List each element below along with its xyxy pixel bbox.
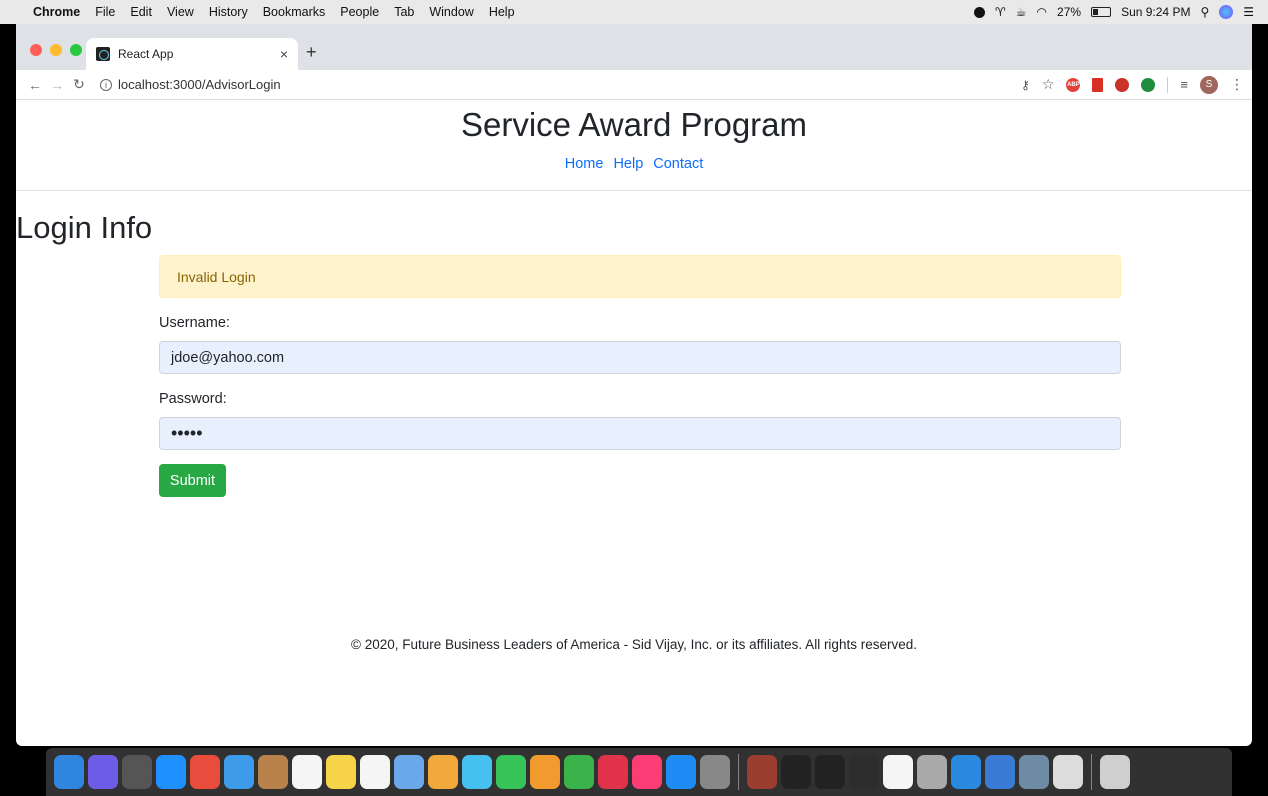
- dock-finder-icon[interactable]: [54, 755, 84, 789]
- login-heading: Login Info: [16, 210, 153, 245]
- nav-home-link[interactable]: Home: [565, 156, 604, 172]
- status-dot-icon[interactable]: [974, 6, 986, 18]
- wifi-icon[interactable]: ◠: [1037, 5, 1047, 19]
- username-label: Username:: [159, 315, 230, 331]
- dock-mail-icon[interactable]: [224, 755, 254, 789]
- menu-file[interactable]: File: [95, 5, 115, 19]
- dock-safari-icon[interactable]: [156, 755, 186, 789]
- menu-edit[interactable]: Edit: [130, 5, 152, 19]
- dock-contacts-icon[interactable]: [258, 755, 288, 789]
- dock-separator: [738, 754, 739, 790]
- new-tab-button[interactable]: +: [306, 42, 317, 63]
- dock-calendar-icon[interactable]: [292, 755, 322, 789]
- dock-numbers-icon[interactable]: [564, 755, 594, 789]
- menu-window[interactable]: Window: [429, 5, 473, 19]
- dock-launchpad-icon[interactable]: [122, 755, 152, 789]
- profile-avatar[interactable]: S: [1200, 75, 1218, 94]
- dock-terminal-icon[interactable]: [781, 755, 811, 789]
- dock-siri-icon[interactable]: [88, 755, 118, 789]
- adblock-plus-icon[interactable]: ABP: [1066, 77, 1081, 92]
- dock-screen-icon[interactable]: [1053, 755, 1083, 789]
- minimize-window-button[interactable]: [50, 44, 62, 56]
- chrome-menu-icon[interactable]: ⋮: [1230, 76, 1244, 93]
- react-favicon-icon: [96, 47, 110, 61]
- site-header: Service Award Program Home Help Contact: [16, 100, 1252, 191]
- notification-center-icon[interactable]: ☰: [1243, 5, 1254, 19]
- dock-image-capture-icon[interactable]: [1019, 755, 1049, 789]
- dock-reminders-icon[interactable]: [360, 755, 390, 789]
- menu-history[interactable]: History: [209, 5, 248, 19]
- window-controls: [30, 44, 82, 56]
- dock-quicktime-icon[interactable]: [985, 755, 1015, 789]
- bookmark-star-icon[interactable]: ☆: [1042, 76, 1055, 93]
- battery-icon: [1091, 7, 1112, 17]
- browser-tab-active[interactable]: React App ×: [86, 38, 298, 70]
- dock-facetime-icon[interactable]: [496, 755, 526, 789]
- dock-app-store-icon[interactable]: [666, 755, 696, 789]
- menu-help[interactable]: Help: [489, 5, 515, 19]
- ublock-extension-icon[interactable]: [1115, 77, 1130, 92]
- browser-toolbar: ← → ↻ i localhost:3000/AdvisorLogin ⚷ ☆ …: [16, 70, 1252, 100]
- menu-tab[interactable]: Tab: [394, 5, 414, 19]
- password-input[interactable]: •••••: [159, 417, 1121, 450]
- site-title: Service Award Program: [460, 106, 808, 143]
- tab-close-icon[interactable]: ×: [280, 46, 288, 62]
- back-arrow-icon[interactable]: ←: [24, 77, 46, 93]
- dock-vscode-icon[interactable]: [951, 755, 981, 789]
- battery-percent[interactable]: 27%: [1057, 5, 1081, 19]
- coffee-icon[interactable]: ☕: [1016, 5, 1027, 19]
- reload-icon[interactable]: ↻: [68, 76, 90, 93]
- siri-icon[interactable]: [1219, 5, 1234, 19]
- submit-button[interactable]: Submit: [159, 464, 226, 497]
- dock-separator: [1091, 754, 1092, 790]
- dock-trash-icon[interactable]: [1100, 755, 1130, 789]
- macos-dock: [46, 748, 1232, 796]
- url-text[interactable]: localhost:3000/AdvisorLogin: [118, 77, 281, 92]
- browser-window: React App × + ← → ↻ i localhost:3000/Adv…: [16, 24, 1252, 746]
- login-form: Invalid Login Username: jdoe@yahoo.com P…: [159, 255, 1121, 497]
- dock-news-icon[interactable]: [598, 755, 628, 789]
- dock-notes-icon[interactable]: [326, 755, 356, 789]
- menu-people[interactable]: People: [340, 5, 379, 19]
- dock-system-preferences-icon[interactable]: [700, 755, 730, 789]
- username-input[interactable]: jdoe@yahoo.com: [159, 341, 1121, 374]
- network-icon[interactable]: ♈: [995, 5, 1006, 19]
- forward-arrow-icon[interactable]: →: [46, 77, 68, 93]
- menu-view[interactable]: View: [167, 5, 194, 19]
- dock-pages-icon[interactable]: [530, 755, 560, 789]
- nav-help-link[interactable]: Help: [613, 156, 643, 172]
- dock-music-icon[interactable]: [632, 755, 662, 789]
- dock-photos-icon[interactable]: [428, 755, 458, 789]
- spotlight-icon[interactable]: ⚲: [1200, 5, 1209, 19]
- menu-app-name[interactable]: Chrome: [33, 5, 80, 19]
- dock-activity-monitor-icon[interactable]: [849, 755, 879, 789]
- site-nav: Home Help Contact: [16, 156, 1252, 172]
- password-key-icon[interactable]: ⚷: [1021, 78, 1030, 92]
- menu-bookmarks[interactable]: Bookmarks: [263, 5, 326, 19]
- dock-intellij-icon[interactable]: [815, 755, 845, 789]
- tab-strip: React App × +: [16, 24, 1252, 70]
- page-content: Service Award Program Home Help Contact …: [16, 100, 1252, 746]
- red-book-extension-icon[interactable]: [1092, 77, 1104, 92]
- site-info-icon[interactable]: i: [100, 78, 112, 91]
- toolbar-divider: [1167, 76, 1169, 93]
- dock-textedit-icon[interactable]: [883, 755, 913, 789]
- clock[interactable]: Sun 9:24 PM: [1121, 5, 1190, 19]
- dock-keychain-icon[interactable]: [917, 755, 947, 789]
- dock-preview-icon[interactable]: [394, 755, 424, 789]
- dock-dictionary-icon[interactable]: [747, 755, 777, 789]
- nav-contact-link[interactable]: Contact: [653, 156, 703, 172]
- address-bar[interactable]: i localhost:3000/AdvisorLogin: [100, 77, 281, 92]
- reading-list-icon[interactable]: ≡: [1180, 77, 1188, 92]
- tab-title: React App: [118, 47, 174, 61]
- green-extension-icon[interactable]: [1141, 77, 1156, 92]
- maximize-window-button[interactable]: [70, 44, 82, 56]
- macos-menubar: Chrome File Edit View History Bookmarks …: [0, 0, 1268, 24]
- invalid-login-alert: Invalid Login: [159, 255, 1121, 298]
- dock-messages-icon[interactable]: [462, 755, 492, 789]
- dock-chrome-icon[interactable]: [190, 755, 220, 789]
- footer-copyright: © 2020, Future Business Leaders of Ameri…: [351, 637, 917, 652]
- password-label: Password:: [159, 391, 227, 407]
- close-window-button[interactable]: [30, 44, 42, 56]
